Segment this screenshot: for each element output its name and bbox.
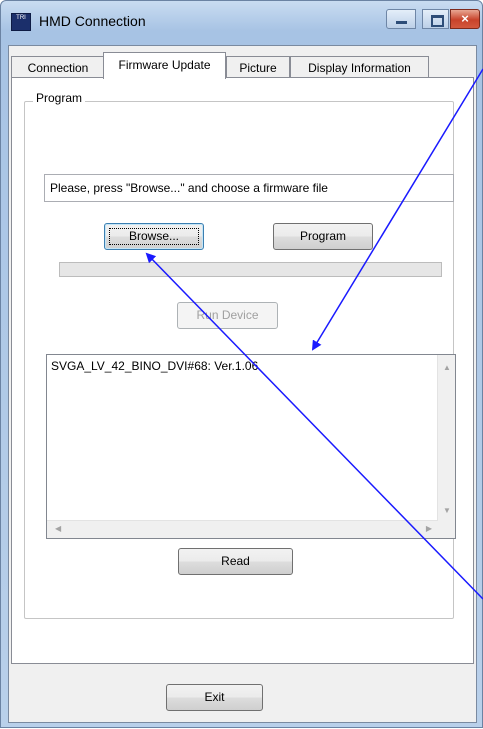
tab-display-information[interactable]: Display Information [290,56,429,78]
scroll-down-icon[interactable]: ▼ [443,506,451,515]
title-bar[interactable]: TRI HMD Connection × [1,1,482,45]
scroll-left-icon[interactable]: ◀ [55,524,61,533]
maximize-button[interactable] [422,9,449,29]
close-button[interactable]: × [450,9,480,29]
scroll-right-icon[interactable]: ▶ [426,524,432,533]
list-item[interactable]: SVGA_LV_42_BINO_DVI#68: Ver.1.06 [51,359,258,373]
program-group-label: Program [33,91,86,105]
close-icon: × [461,11,469,26]
scroll-up-icon[interactable]: ▲ [443,363,451,372]
maximize-icon [431,15,444,27]
tab-connection[interactable]: Connection [11,56,105,78]
firmware-file-field[interactable]: Please, press "Browse..." and choose a f… [44,174,454,202]
program-progress-bar [59,262,442,277]
program-button[interactable]: Program [273,223,373,250]
tab-picture[interactable]: Picture [226,56,290,78]
focus-rectangle [109,228,199,245]
vertical-scrollbar[interactable]: ▲ ▼ [437,355,455,521]
minimize-icon [396,21,407,24]
horizontal-scrollbar[interactable]: ◀ ▶ [47,520,438,538]
exit-button[interactable]: Exit [166,684,263,711]
app-icon-text: TRI [16,15,26,21]
scroll-corner [438,521,455,538]
read-button[interactable]: Read [178,548,293,575]
window-title: HMD Connection [39,13,146,29]
app-icon: TRI [11,13,31,31]
minimize-button[interactable] [386,9,416,29]
browse-button[interactable]: Browse... [104,223,204,250]
app-window: TRI HMD Connection × Connection Firmware… [0,0,483,728]
device-info-listbox[interactable]: SVGA_LV_42_BINO_DVI#68: Ver.1.06 ▲ ▼ ◀ ▶ [46,354,456,539]
run-device-button: Run Device [177,302,278,329]
tab-firmware-update[interactable]: Firmware Update [103,52,226,79]
